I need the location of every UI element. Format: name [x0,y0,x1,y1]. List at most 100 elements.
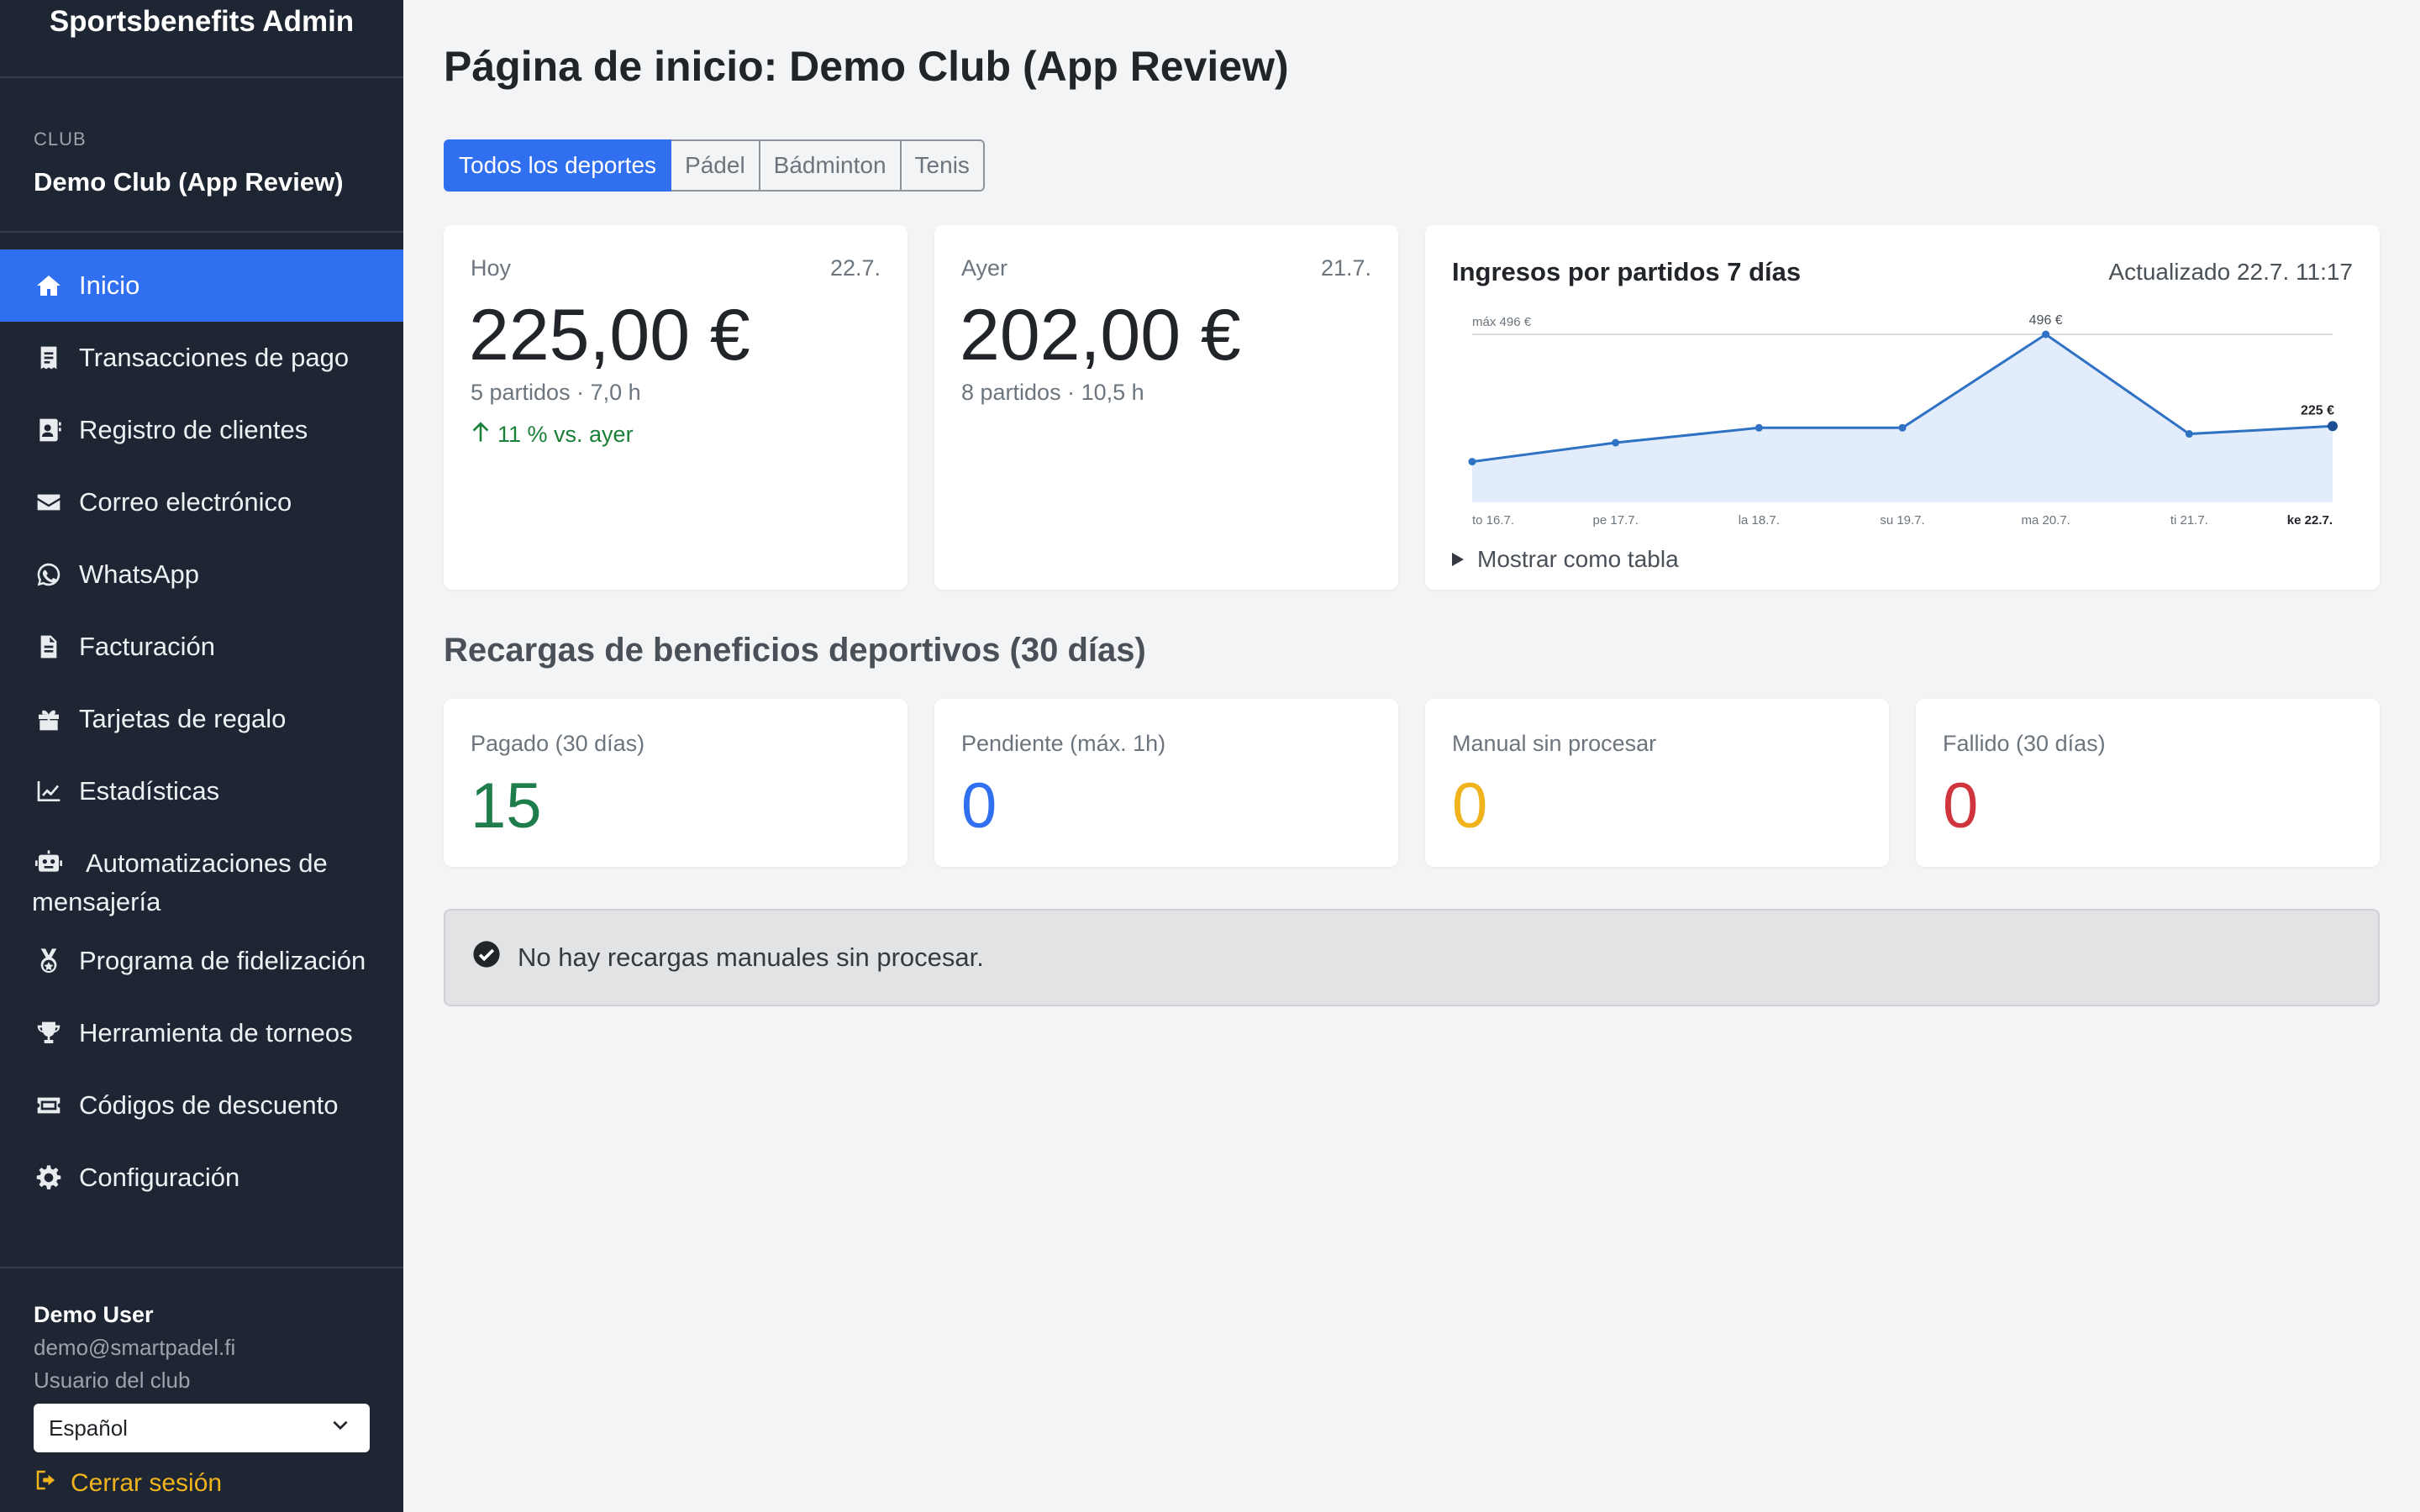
tab-padel[interactable]: Pádel [671,139,760,192]
sidebar-item-inicio[interactable]: Inicio [0,249,403,322]
today-value: 225,00 € [469,295,750,375]
club-name: Demo Club (App Review) [34,167,344,197]
sidebar-item-label: Transacciones de pago [79,343,350,372]
chart-point [1754,423,1763,432]
sidebar-item-correo[interactable]: Correo electrónico [0,466,403,538]
x-tick-label: pe 17.7. [1593,513,1639,528]
envelope-icon [34,487,64,517]
check-circle-icon [472,940,518,975]
yesterday-label: Ayer [961,255,1008,281]
chart-point [1612,438,1620,447]
sidebar-item-automatizaciones[interactable]: Automatizaciones de mensajería [0,827,403,925]
stat-label: Fallido (30 días) [1943,731,2106,756]
club-caption: CLUB [34,129,87,150]
stat-card-fallido: Fallido (30 días) 0 [1916,699,2380,867]
arrow-up-icon [471,420,497,449]
disclosure-triangle-icon [1452,553,1464,566]
benefits-section-title: Recargas de beneficios deportivos (30 dí… [444,632,1146,669]
yesterday-value: 202,00 € [960,295,1241,375]
last-label: 225 € [2301,403,2334,417]
sidebar-item-label: Facturación [79,632,215,661]
sidebar-item-label: Automatizaciones de mensajería [32,848,328,916]
sidebar-item-label: Correo electrónico [79,487,292,517]
sidebar-item-label: Registro de clientes [79,415,308,444]
chart-point [2328,421,2338,432]
x-tick-label: to 16.7. [1472,513,1514,528]
stat-label: Manual sin procesar [1452,731,1657,756]
stat-value: 0 [961,770,997,842]
today-trend-text: 11 % vs. ayer [497,422,634,447]
gift-icon [34,704,64,734]
sidebar-item-whatsapp[interactable]: WhatsApp [0,538,403,611]
yesterday-revenue-card: Ayer 21.7. 202,00 € 8 partidos · 10,5 h [934,225,1398,590]
sidebar-item-descuento[interactable]: Códigos de descuento [0,1069,403,1142]
language-select[interactable]: Español [34,1404,370,1452]
sidebar-item-label: Estadísticas [79,776,220,806]
stat-card-manual: Manual sin procesar 0 [1425,699,1889,867]
today-label: Hoy [471,255,512,281]
language-select-value: Español [49,1415,128,1441]
chart-point [1898,423,1907,432]
sidebar-item-estadisticas[interactable]: Estadísticas [0,755,403,827]
chart-point [2185,430,2193,438]
peak-label: 496 € [2029,313,2063,328]
club-info: CLUB Demo Club (App Review) [0,78,403,233]
x-tick-label: la 18.7. [1739,513,1780,528]
today-trend: 11 % vs. ayer [471,420,634,449]
receipt-icon [34,343,64,373]
sidebar-item-label: WhatsApp [79,559,200,589]
stat-card-pendiente: Pendiente (máx. 1h) 0 [934,699,1398,867]
stat-value: 0 [1943,770,1979,842]
revenue-area [1472,334,2333,502]
sidebar-item-transacciones[interactable]: Transacciones de pago [0,322,403,394]
logout-label: Cerrar sesión [71,1469,223,1497]
sidebar-item-label: Inicio [79,270,140,300]
revenue-chart: máx 496 € to 16.7. pe 17.7. la 18.7. su 19.… [1468,313,2338,528]
user-panel: Demo User demo@smartpadel.fi Usuario del… [0,1267,403,1512]
sidebar-item-tarjetas[interactable]: Tarjetas de regalo [0,683,403,755]
yesterday-summary: 8 partidos · 10,5 h [961,380,1144,405]
yesterday-date: 21.7. [1320,255,1371,281]
max-label: máx 496 € [1472,315,1532,329]
sidebar-item-configuracion[interactable]: Configuración [0,1142,403,1214]
chart-point [2042,330,2050,339]
x-tick-label: ma 20.7. [2021,513,2070,528]
chevron-down-icon [329,1415,351,1442]
gear-icon [34,1163,64,1193]
sidebar-item-label: Herramienta de torneos [79,1018,353,1047]
sidebar-item-label: Códigos de descuento [79,1090,339,1120]
stat-card-pagado: Pagado (30 días) 15 [444,699,908,867]
chart-line-icon [34,776,64,806]
info-notice: No hay recargas manuales sin procesar. [444,909,2380,1006]
sidebar-item-torneos[interactable]: Herramienta de torneos [0,997,403,1069]
sidebar-item-label: Configuración [79,1163,240,1192]
chart-point [1468,458,1476,466]
sport-filter-tabs: Todos los deportes Pádel Bádminton Tenis [444,139,985,192]
show-as-table-toggle[interactable]: Mostrar como tabla [1452,546,1679,573]
contact-card-icon [34,415,64,445]
sidebar-item-facturacion[interactable]: Facturación [0,611,403,683]
today-revenue-card: Hoy 22.7. 225,00 € 5 partidos · 7,0 h 11… [444,225,908,590]
medal-icon [34,946,64,976]
tab-badminton[interactable]: Bádminton [760,139,902,192]
page-title: Página de inicio: Demo Club (App Review) [444,43,1289,90]
today-date: 22.7. [829,255,881,281]
stat-label: Pagado (30 días) [471,731,645,756]
trophy-icon [34,1018,64,1048]
stat-value: 0 [1452,770,1488,842]
invoice-icon [34,632,64,662]
tab-tenis[interactable]: Tenis [901,139,985,192]
stat-value: 15 [471,770,542,842]
tab-todos-los-deportes[interactable]: Todos los deportes [444,139,672,192]
notice-text: No hay recargas manuales sin procesar. [518,942,984,972]
user-name: Demo User [34,1302,154,1327]
logout-icon [34,1467,71,1499]
stat-label: Pendiente (máx. 1h) [961,731,1166,756]
logout-link[interactable]: Cerrar sesión [34,1467,370,1499]
x-tick-label: ti 21.7. [2170,513,2208,528]
today-summary: 5 partidos · 7,0 h [471,380,641,405]
sidebar-item-clientes[interactable]: Registro de clientes [0,394,403,466]
sidebar-item-label: Tarjetas de regalo [79,704,287,733]
x-tick-label: ke 22.7. [2287,513,2333,528]
sidebar-item-fidelizacion[interactable]: Programa de fidelización [0,925,403,997]
